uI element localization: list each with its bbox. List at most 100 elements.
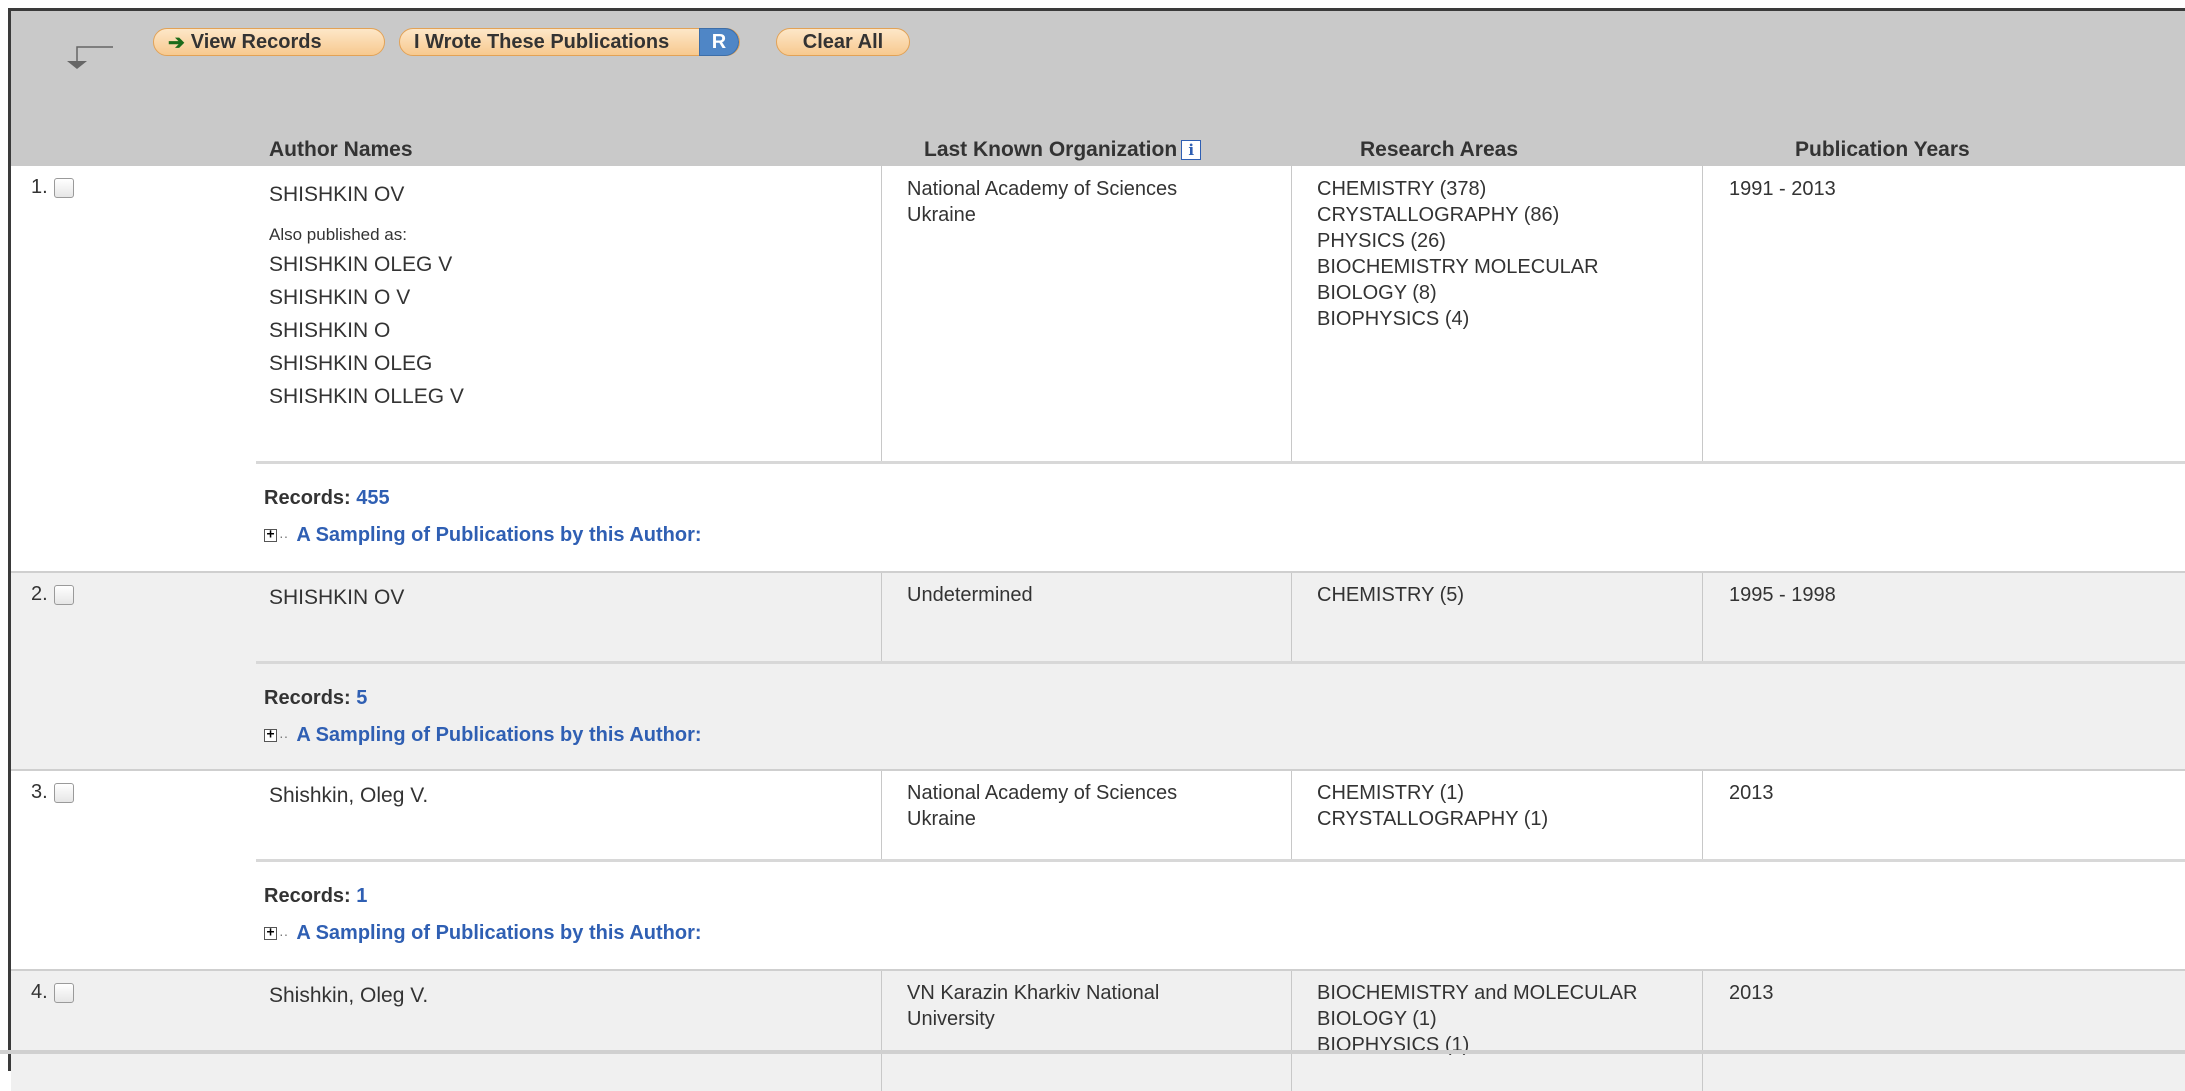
sampling-label: A Sampling of Publications by this Autho…: [296, 524, 702, 546]
records-count-line: Records: 1: [264, 885, 367, 908]
sampling-toggle[interactable]: + ·· A Sampling of Publications by this A…: [264, 922, 702, 945]
column-divider: [881, 166, 882, 461]
research-area: BIOPHYSICS (1): [1317, 1034, 1470, 1056]
organization-line: Ukraine: [907, 204, 976, 226]
select-page-arrow-icon[interactable]: [55, 41, 115, 81]
tree-connector: ··: [279, 727, 289, 744]
author-alias: SHISHKIN OLEG V: [269, 253, 453, 276]
author-names-cell: Shishkin, Oleg V.: [269, 983, 428, 1009]
publication-years: 1991 - 2013: [1729, 178, 1836, 200]
records-count-line: Records: 5: [264, 687, 367, 710]
record-number: 3.: [31, 781, 48, 803]
organization-cell: National Academy of Sciences Ukraine: [907, 176, 1237, 228]
column-divider: [1291, 971, 1292, 1091]
records-count-link[interactable]: 5: [356, 687, 367, 709]
row-separator: [256, 661, 2185, 664]
tree-connector: ··: [279, 527, 289, 544]
column-header-publication-years: Publication Years: [1795, 138, 1970, 161]
publication-years: 2013: [1729, 782, 1774, 804]
sampling-label: A Sampling of Publications by this Autho…: [296, 922, 702, 944]
research-area: CRYSTALLOGRAPHY (1): [1317, 808, 1549, 830]
column-divider: [1702, 573, 1703, 661]
organization-line: Undetermined: [907, 584, 1033, 606]
author-alias: SHISHKIN OLLEG V: [269, 385, 464, 408]
records-label: Records:: [264, 687, 351, 709]
research-area: CHEMISTRY (378): [1317, 178, 1487, 200]
research-areas-cell: CHEMISTRY (5): [1317, 582, 1687, 608]
expand-plus-icon[interactable]: +: [264, 926, 277, 940]
records-count-line: Records: 455: [264, 487, 390, 510]
research-area: BIOLOGY (8): [1317, 282, 1437, 304]
author-record-4: 4. Shishkin, Oleg V. VN Karazin Kharkiv …: [11, 971, 2185, 1091]
author-name: Shishkin, Oleg V.: [269, 984, 429, 1007]
record-checkbox[interactable]: [54, 983, 74, 1003]
column-divider: [1702, 166, 1703, 461]
author-alias: SHISHKIN O V: [269, 286, 411, 309]
record-checkbox[interactable]: [54, 585, 74, 605]
records-label: Records:: [264, 885, 351, 907]
column-header-research-areas: Research Areas: [1360, 138, 1518, 161]
research-areas-cell: CHEMISTRY (1) CRYSTALLOGRAPHY (1): [1317, 780, 1687, 832]
research-area: BIOLOGY (1): [1317, 1008, 1437, 1030]
i-wrote-these-label: I Wrote These Publications: [414, 30, 670, 53]
expand-plus-icon[interactable]: +: [264, 528, 277, 542]
clear-all-label: Clear All: [802, 30, 884, 53]
publication-years: 1995 - 1998: [1729, 584, 1836, 606]
research-area: CHEMISTRY (5): [1317, 584, 1465, 606]
expand-plus-icon[interactable]: +: [264, 728, 277, 742]
records-count-link[interactable]: 455: [356, 487, 389, 509]
column-divider: [881, 771, 882, 859]
clear-all-button[interactable]: Clear All: [776, 28, 910, 56]
results-panel: ➔ View Records I Wrote These Publication…: [8, 8, 2185, 1091]
record-checkbox[interactable]: [54, 783, 74, 803]
author-record-1: 1. SHISHKIN OV Also published as: SHISHK…: [11, 166, 2185, 571]
research-area: BIOCHEMISTRY MOLECULAR: [1317, 256, 1599, 278]
author-names-cell: Shishkin, Oleg V.: [269, 783, 428, 809]
record-checkbox[interactable]: [54, 178, 74, 198]
author-record-2: 2. SHISHKIN OV Undetermined CHEMISTRY (5…: [11, 573, 2185, 769]
row-separator: [256, 461, 2185, 464]
i-wrote-these-button[interactable]: I Wrote These Publications R: [399, 28, 740, 56]
view-records-button[interactable]: ➔ View Records: [153, 28, 385, 56]
author-name: SHISHKIN OV: [269, 183, 405, 206]
view-records-label: View Records: [190, 30, 322, 53]
organization-cell: VN Karazin Kharkiv National University: [907, 980, 1237, 1032]
record-number: 1.: [31, 176, 48, 198]
r-badge-icon: R: [699, 28, 739, 56]
record-number: 2.: [31, 583, 48, 605]
sampling-toggle[interactable]: + ·· A Sampling of Publications by this A…: [264, 724, 702, 747]
author-alias: SHISHKIN O: [269, 319, 391, 342]
sampling-label: A Sampling of Publications by this Autho…: [296, 724, 702, 746]
info-icon[interactable]: i: [1181, 140, 1202, 161]
author-names-cell: SHISHKIN OV Also published as: SHISHKIN …: [269, 182, 464, 413]
column-header-author-names: Author Names: [269, 138, 413, 161]
column-divider: [1702, 771, 1703, 859]
column-divider: [1291, 166, 1292, 461]
records-count-link[interactable]: 1: [356, 885, 367, 907]
organization-line: Ukraine: [907, 808, 976, 830]
organization-cell: Undetermined: [907, 582, 1237, 608]
organization-line: VN Karazin Kharkiv National: [907, 982, 1160, 1004]
horizontal-scrollbar[interactable]: [0, 1050, 2185, 1054]
research-area: CHEMISTRY (1): [1317, 782, 1465, 804]
record-number: 4.: [31, 981, 48, 1003]
research-area: CRYSTALLOGRAPHY (86): [1317, 204, 1560, 226]
research-area: PHYSICS (26): [1317, 230, 1446, 252]
column-divider: [1702, 971, 1703, 1091]
column-divider: [881, 971, 882, 1091]
records-label: Records:: [264, 487, 351, 509]
author-name: Shishkin, Oleg V.: [269, 784, 429, 807]
column-header-last-known-org: Last Known Organization i: [924, 138, 1202, 162]
row-separator: [256, 859, 2185, 862]
column-header-last-known-org-label: Last Known Organization: [924, 138, 1178, 161]
author-record-3: 3. Shishkin, Oleg V. National Academy of…: [11, 771, 2185, 969]
author-name: SHISHKIN OV: [269, 586, 405, 609]
results-toolbar: ➔ View Records I Wrote These Publication…: [11, 11, 2185, 166]
organization-line: National Academy of Sciences: [907, 178, 1178, 200]
research-areas-cell: BIOCHEMISTRY and MOLECULAR BIOLOGY (1) B…: [1317, 980, 1687, 1058]
sampling-toggle[interactable]: + ·· A Sampling of Publications by this A…: [264, 524, 702, 547]
research-areas-cell: CHEMISTRY (378) CRYSTALLOGRAPHY (86) PHY…: [1317, 176, 1687, 332]
tree-connector: ··: [279, 925, 289, 942]
arrow-right-icon: ➔: [168, 31, 185, 54]
column-divider: [881, 573, 882, 661]
